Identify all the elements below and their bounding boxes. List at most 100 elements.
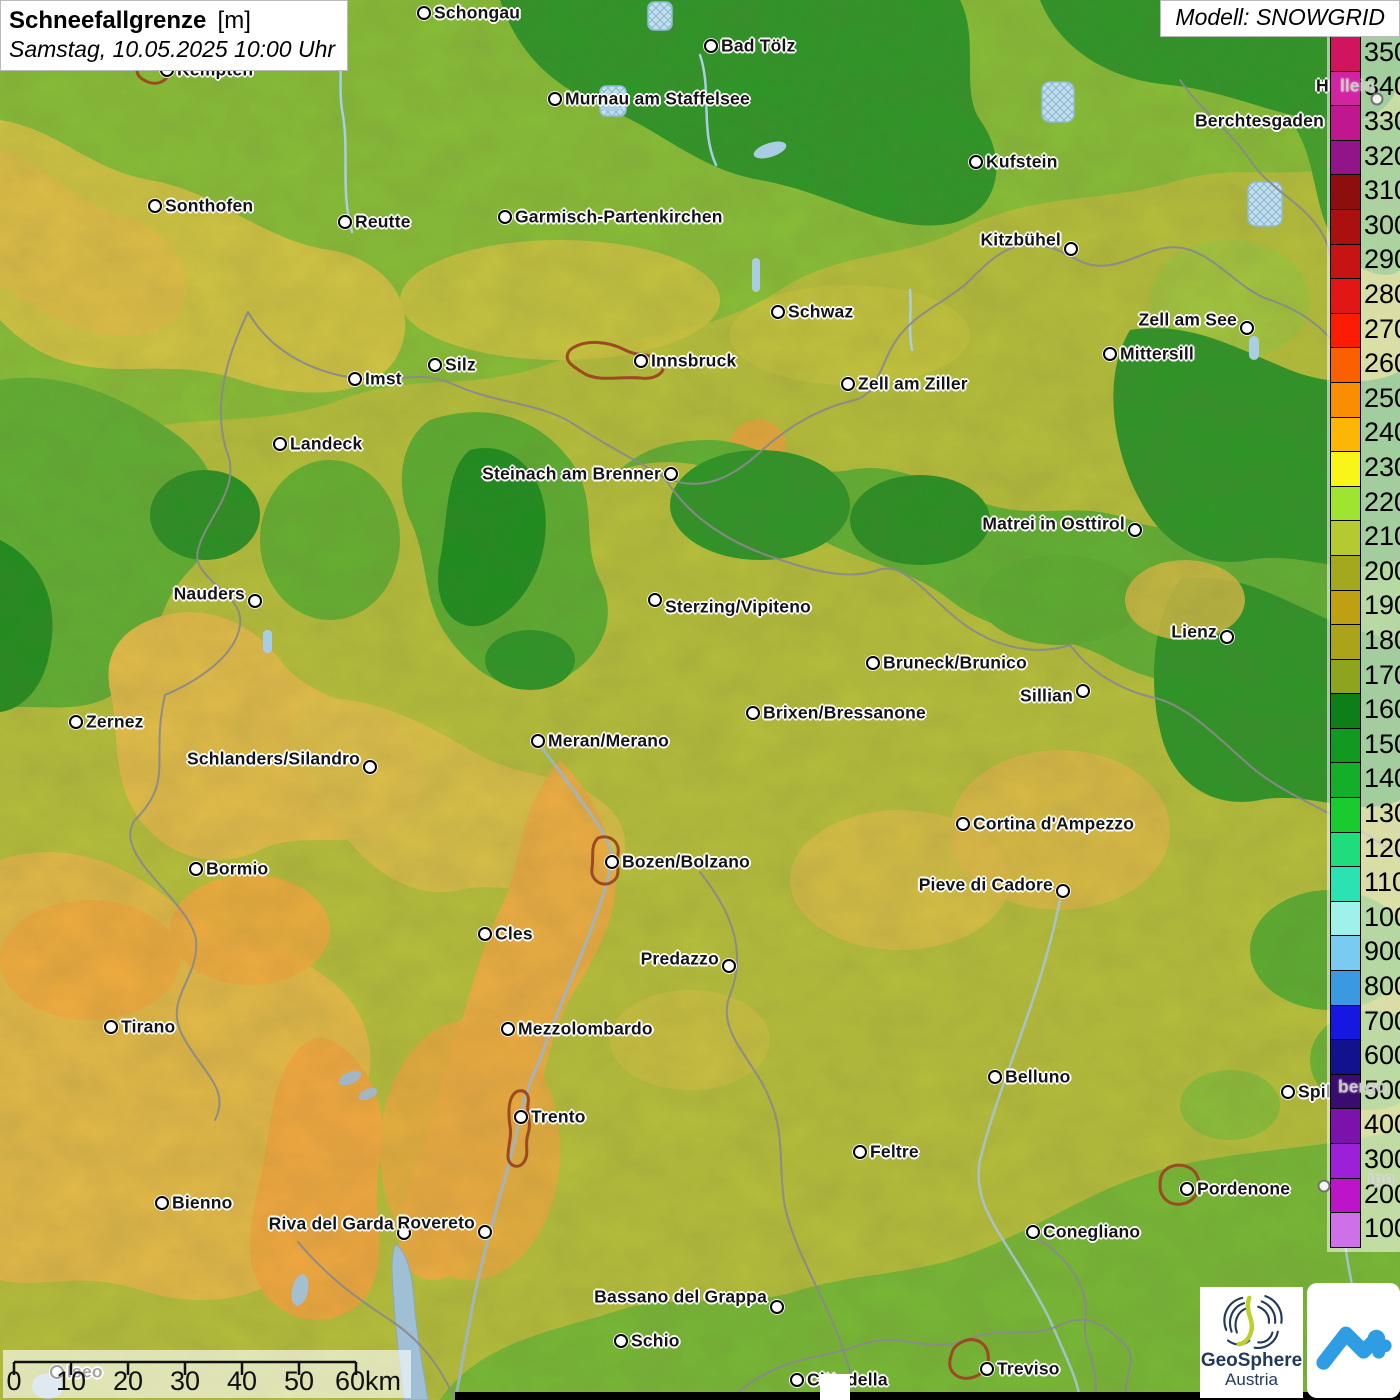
geosphere-swirl-icon	[1209, 1289, 1295, 1353]
city-label: Murnau am Staffelsee	[565, 89, 750, 110]
city-label: Schlanders/Silandro	[187, 749, 360, 770]
city-marker	[1064, 242, 1078, 256]
city-marker	[614, 1334, 628, 1348]
city-label: Mezzolombardo	[518, 1019, 653, 1040]
city-marker	[417, 6, 431, 20]
legend-tick-600: 600	[1364, 1038, 1400, 1073]
city-label: Imst	[365, 369, 402, 390]
legend-segment-100	[1331, 1212, 1360, 1247]
city-label: Lienz	[1171, 622, 1217, 643]
city-marker	[338, 215, 352, 229]
city-marker	[648, 593, 662, 607]
city-label: Treviso	[997, 1359, 1060, 1380]
city-label: Conegliano	[1043, 1222, 1140, 1243]
legend-tick-2800: 2800	[1364, 277, 1400, 312]
city-marker	[148, 199, 162, 213]
scalebar-label-50: 50	[259, 1366, 339, 1397]
city-marker	[428, 358, 442, 372]
legend-segment-2300	[1331, 451, 1360, 486]
geosphere-country: Austria	[1225, 1371, 1278, 1390]
city-label: Rovereto	[398, 1213, 475, 1234]
city-marker	[1128, 523, 1142, 537]
weather-map-page: SchongauBad TölzKemptenMurnau am Staffel…	[0, 0, 1400, 1400]
partner-logo	[1307, 1283, 1400, 1398]
legend-segment-300	[1331, 1143, 1360, 1178]
clipped-city-label: llein	[1340, 76, 1375, 97]
legend-tick-2300: 2300	[1364, 450, 1400, 485]
legend-tick-2700: 2700	[1364, 312, 1400, 347]
city-label: Zernez	[86, 712, 144, 733]
faded-city-marker	[1318, 1180, 1331, 1193]
city-label: Pieve di Cadore	[919, 875, 1053, 896]
city-marker	[853, 1145, 867, 1159]
city-label: Garmisch-Partenkirchen	[515, 207, 723, 228]
legend-segment-3100	[1331, 174, 1360, 209]
city-marker	[722, 959, 736, 973]
legend-tick-2900: 2900	[1364, 243, 1400, 278]
legend-segment-3500	[1331, 36, 1360, 71]
city-marker	[514, 1110, 528, 1124]
legend-tick-1700: 1700	[1364, 658, 1400, 693]
city-marker	[664, 467, 678, 481]
city-label: Cortina d'Ampezzo	[973, 814, 1134, 835]
city-label: Reutte	[355, 212, 411, 233]
city-marker	[1240, 321, 1254, 335]
city-marker	[980, 1362, 994, 1376]
legend-tick-3000: 3000	[1364, 208, 1400, 243]
city-marker	[956, 817, 970, 831]
legend-tick-700: 700	[1364, 1004, 1400, 1039]
legend-tick-3200: 3200	[1364, 139, 1400, 174]
city-marker	[1103, 347, 1117, 361]
title-text: Schneefallgrenze	[9, 7, 206, 34]
legend-segment-1600	[1331, 693, 1360, 728]
scalebar-label-60km: 60km	[328, 1366, 408, 1397]
city-marker	[348, 372, 362, 386]
legend-segment-2500	[1331, 382, 1360, 417]
legend-segment-800	[1331, 970, 1360, 1005]
city-label: Landeck	[290, 434, 362, 455]
city-marker	[1056, 884, 1070, 898]
city-label: Innsbruck	[651, 351, 736, 372]
city-marker	[770, 1300, 784, 1314]
legend-tick-1300: 1300	[1364, 796, 1400, 831]
legend-segment-1400	[1331, 762, 1360, 797]
city-marker	[104, 1020, 118, 1034]
city-label: Schio	[631, 1331, 680, 1352]
city-marker	[1026, 1225, 1040, 1239]
city-label: Tirano	[121, 1017, 175, 1038]
city-marker	[1076, 684, 1090, 698]
clipped-label-box	[820, 1374, 850, 1400]
legend-segment-2100	[1331, 520, 1360, 555]
legend-segment-2700	[1331, 313, 1360, 348]
city-marker	[248, 594, 262, 608]
city-label: Kitzbühel	[980, 230, 1061, 251]
legend-segment-700	[1331, 1005, 1360, 1040]
legend-tick-1800: 1800	[1364, 623, 1400, 658]
city-label: Belluno	[1005, 1067, 1071, 1088]
legend-segment-1100	[1331, 866, 1360, 901]
legend-segment-1500	[1331, 728, 1360, 763]
city-label: Mittersill	[1120, 344, 1194, 365]
legend-segment-400	[1331, 1108, 1360, 1143]
city-marker	[866, 656, 880, 670]
legend-segment-1300	[1331, 797, 1360, 832]
legend-tick-1400: 1400	[1364, 762, 1400, 797]
city-marker	[498, 210, 512, 224]
legend-tick-400: 400	[1364, 1108, 1400, 1143]
legend-segment-1200	[1331, 832, 1360, 867]
legend-tick-3300: 3300	[1364, 104, 1400, 139]
city-label: Schwaz	[788, 302, 853, 323]
clipped-city-label: ipo	[1368, 1169, 1394, 1190]
legend-segment-2400	[1331, 417, 1360, 452]
title-unit-value: [m]	[218, 7, 251, 34]
city-label: Trento	[531, 1107, 586, 1128]
legend-tick-2100: 2100	[1364, 519, 1400, 554]
legend-segment-1800	[1331, 624, 1360, 659]
clipped-city-label: bergo	[1338, 1077, 1387, 1098]
legend-tick-100: 100	[1364, 1211, 1400, 1246]
city-label: Pordenone	[1197, 1179, 1290, 1200]
city-marker	[1220, 630, 1234, 644]
clipped-city-label: H	[1316, 76, 1329, 97]
legend-tick-2000: 2000	[1364, 554, 1400, 589]
city-marker	[704, 39, 718, 53]
